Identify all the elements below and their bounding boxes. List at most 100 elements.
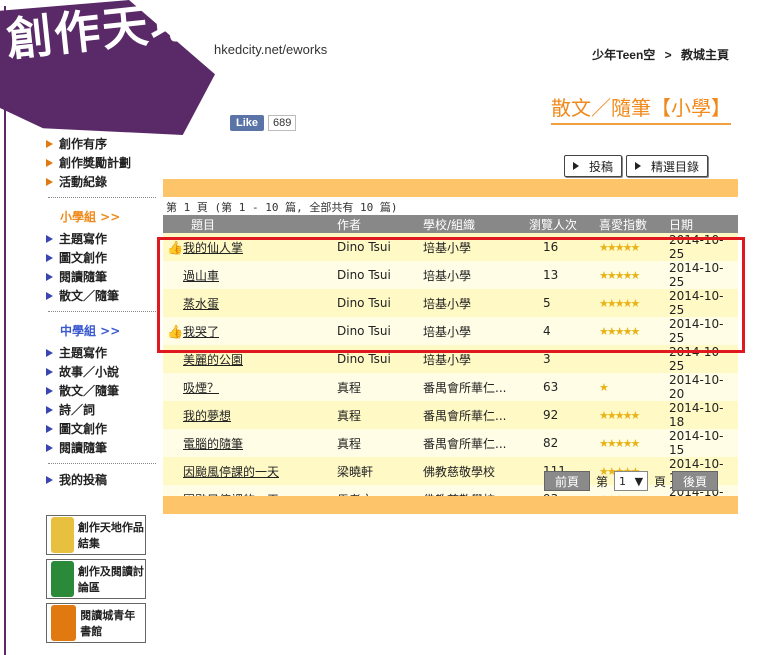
- microphone-icon: [51, 561, 74, 597]
- sidebar-item[interactable]: 詩／詞: [46, 400, 156, 419]
- nav-teen-link[interactable]: 少年Teen空: [592, 48, 655, 62]
- top-nav: 少年Teen空 > 教城主頁: [586, 46, 729, 63]
- play-icon: [573, 162, 579, 170]
- sidebar-item[interactable]: 圖文創作: [46, 419, 156, 438]
- author-cell: 梁曉軒: [337, 464, 374, 479]
- article-link[interactable]: 我的夢想: [183, 409, 231, 423]
- author-cell: 真程: [337, 436, 362, 451]
- arrow-icon: [46, 272, 53, 281]
- arrow-icon: [46, 367, 53, 376]
- rating-cell: ★★★★★: [595, 401, 665, 429]
- title-cell: 吸煙？: [163, 373, 333, 401]
- thumbs-up-icon: [167, 378, 183, 392]
- table-row: 我的夢想 真程 番禺會所華仁... 92 ★★★★★ 2014-10-18: [163, 401, 738, 429]
- bottom-orange-bar: [163, 496, 738, 514]
- arrow-icon: [46, 139, 53, 148]
- arrow-icon: [46, 386, 53, 395]
- next-page-button[interactable]: 後頁: [672, 471, 719, 491]
- title-cell: 電腦的隨筆: [163, 429, 333, 457]
- table-row: 吸煙？ 真程 番禺會所華仁... 63 ★ 2014-10-20: [163, 373, 738, 401]
- arrow-icon: [46, 475, 53, 484]
- thumbs-up-icon: [167, 406, 183, 420]
- page-suffix: 頁: [654, 474, 667, 489]
- page-info: 第 1 頁 (第 1 - 10 篇, 全部共有 10 篇): [166, 201, 398, 214]
- divider: [48, 463, 156, 464]
- sidebar-item[interactable]: 故事／小說: [46, 362, 156, 381]
- col-school: 學校/組織: [423, 217, 476, 232]
- sidebar-item[interactable]: 創作有序: [46, 134, 156, 153]
- site-url: hkedcity.net/eworks: [214, 42, 328, 57]
- sidebar-item[interactable]: 主題寫作: [46, 229, 156, 248]
- col-title: 題目: [191, 217, 216, 232]
- views-cell: 63: [543, 380, 559, 394]
- title-cell: 因颱風停課的一天: [163, 457, 333, 485]
- date-cell: 2014-10-18: [669, 401, 724, 429]
- sidebar-item[interactable]: 主題寫作: [46, 343, 156, 362]
- col-rating: 喜愛指數: [599, 217, 648, 232]
- sidebar-item[interactable]: 圖文創作: [46, 248, 156, 267]
- primary-group-link[interactable]: 小學組 >>: [60, 208, 156, 225]
- sidebar-item[interactable]: 活動紀錄: [46, 172, 156, 191]
- submit-button[interactable]: 投稿: [564, 155, 623, 177]
- like-button[interactable]: Like: [230, 115, 265, 131]
- table-header: 題目 作者 學校/組織 瀏覽人次 喜愛指數 日期: [163, 215, 738, 233]
- table-row: 電腦的隨筆 真程 番禺會所華仁... 82 ★★★★★ 2014-10-15: [163, 429, 738, 457]
- school-cell: 番禺會所華仁...: [423, 380, 507, 395]
- author-cell: 真程: [337, 380, 362, 395]
- date-cell: 2014-10-15: [669, 429, 724, 457]
- facebook-like: Like 689: [230, 115, 297, 131]
- sidebar-item[interactable]: 散文／隨筆: [46, 286, 156, 305]
- title-cell: 我的夢想: [163, 401, 333, 429]
- page-label: 第: [596, 474, 609, 489]
- section-title: 散文／隨筆【小學】: [551, 92, 731, 125]
- banner-works-collection[interactable]: 創作天地作品結集: [46, 515, 146, 555]
- action-bar: 投稿 精選目錄: [564, 155, 709, 177]
- rating-cell: ★★★★★: [595, 429, 665, 457]
- col-views: 瀏覽人次: [529, 217, 578, 232]
- sidebar: 創作有序 創作獎勵計劃 活動紀錄 小學組 >> 主題寫作 圖文創作 閱讀隨筆 散…: [46, 134, 156, 643]
- banner-library[interactable]: 閱讀城青年書館: [46, 603, 146, 643]
- article-link[interactable]: 電腦的隨筆: [183, 437, 243, 451]
- school-cell: 番禺會所華仁...: [423, 436, 507, 451]
- rating-stars: ★: [599, 381, 609, 394]
- views-cell: 82: [543, 436, 559, 450]
- page-select[interactable]: 1 ▼: [614, 471, 649, 491]
- arrow-icon: [46, 158, 53, 167]
- arrow-icon: [46, 291, 53, 300]
- col-date: 日期: [669, 217, 694, 232]
- article-link[interactable]: 因颱風停課的一天: [183, 465, 279, 479]
- col-author: 作者: [337, 217, 362, 232]
- arrow-icon: [46, 424, 53, 433]
- nav-home-link[interactable]: 教城主頁: [681, 48, 729, 62]
- highlight-box: [157, 237, 745, 353]
- person-icon: [51, 517, 74, 553]
- author-cell: 真程: [337, 408, 362, 423]
- nav-separator: >: [664, 48, 672, 62]
- arrow-icon: [46, 405, 53, 414]
- school-cell: 番禺會所華仁...: [423, 408, 507, 423]
- views-cell: 92: [543, 408, 559, 422]
- thumbs-up-icon: [167, 462, 183, 476]
- arrow-icon: [46, 234, 53, 243]
- arrow-icon: [46, 348, 53, 357]
- prev-page-button[interactable]: 前頁: [544, 471, 591, 491]
- play-icon: [635, 162, 642, 170]
- arrow-icon: [46, 443, 53, 452]
- rating-cell: ★: [595, 373, 665, 401]
- sidebar-item[interactable]: 閱讀隨筆: [46, 438, 156, 457]
- sidebar-item[interactable]: 閱讀隨筆: [46, 267, 156, 286]
- banner-forum[interactable]: 創作及閱讀討論區: [46, 559, 146, 599]
- featured-button[interactable]: 精選目錄: [626, 155, 709, 177]
- thumbs-up-icon: [167, 434, 183, 448]
- date-cell: 2014-10-20: [669, 373, 724, 401]
- like-count: 689: [268, 115, 297, 131]
- my-posts-link[interactable]: 我的投稿: [46, 470, 156, 489]
- arrow-icon: [46, 253, 53, 262]
- article-link[interactable]: 吸煙？: [183, 381, 219, 395]
- secondary-group-link[interactable]: 中學組 >>: [60, 322, 156, 339]
- sidebar-item[interactable]: 創作獎勵計劃: [46, 153, 156, 172]
- school-cell: 佛教慈敬學校: [423, 464, 496, 479]
- pager: 前頁 第 1 ▼ 頁 後頁: [544, 471, 719, 491]
- sidebar-item[interactable]: 散文／隨筆: [46, 381, 156, 400]
- article-link[interactable]: 美麗的公園: [183, 353, 243, 367]
